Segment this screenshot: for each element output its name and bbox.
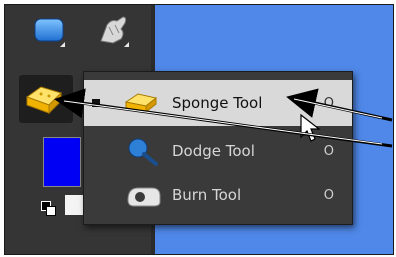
sponge-icon (25, 86, 62, 115)
flyout-indicator (60, 42, 65, 47)
menu-item-label: Sponge Tool (172, 94, 263, 112)
toolbox-panel: Sponge Tool O Dodge Tool O Burn Tool O (4, 4, 394, 255)
menu-item-shortcut: O (323, 187, 334, 203)
menu-item-label: Dodge Tool (172, 142, 255, 160)
burn-icon (127, 187, 161, 207)
sponge-icon (124, 93, 158, 114)
default-colors-icon[interactable] (41, 201, 56, 216)
selected-check-icon (92, 99, 100, 107)
flyout-indicator (124, 42, 129, 47)
menu-item-shortcut: O (323, 95, 334, 111)
background-color-swatch[interactable] (65, 195, 83, 215)
tool-flyout-menu: Sponge Tool O Dodge Tool O Burn Tool O (83, 71, 353, 225)
sponge-tool-button[interactable] (19, 75, 73, 123)
menu-item-label: Burn Tool (172, 186, 242, 204)
shape-tool-button[interactable] (27, 11, 71, 51)
menu-item-burn-tool[interactable]: Burn Tool O (84, 172, 352, 218)
dodge-icon (128, 138, 158, 166)
mouse-pointer-icon (300, 113, 321, 142)
foreground-color-swatch[interactable] (43, 137, 81, 187)
smudge-tool-button[interactable] (91, 11, 135, 51)
menu-item-shortcut: O (323, 143, 334, 159)
